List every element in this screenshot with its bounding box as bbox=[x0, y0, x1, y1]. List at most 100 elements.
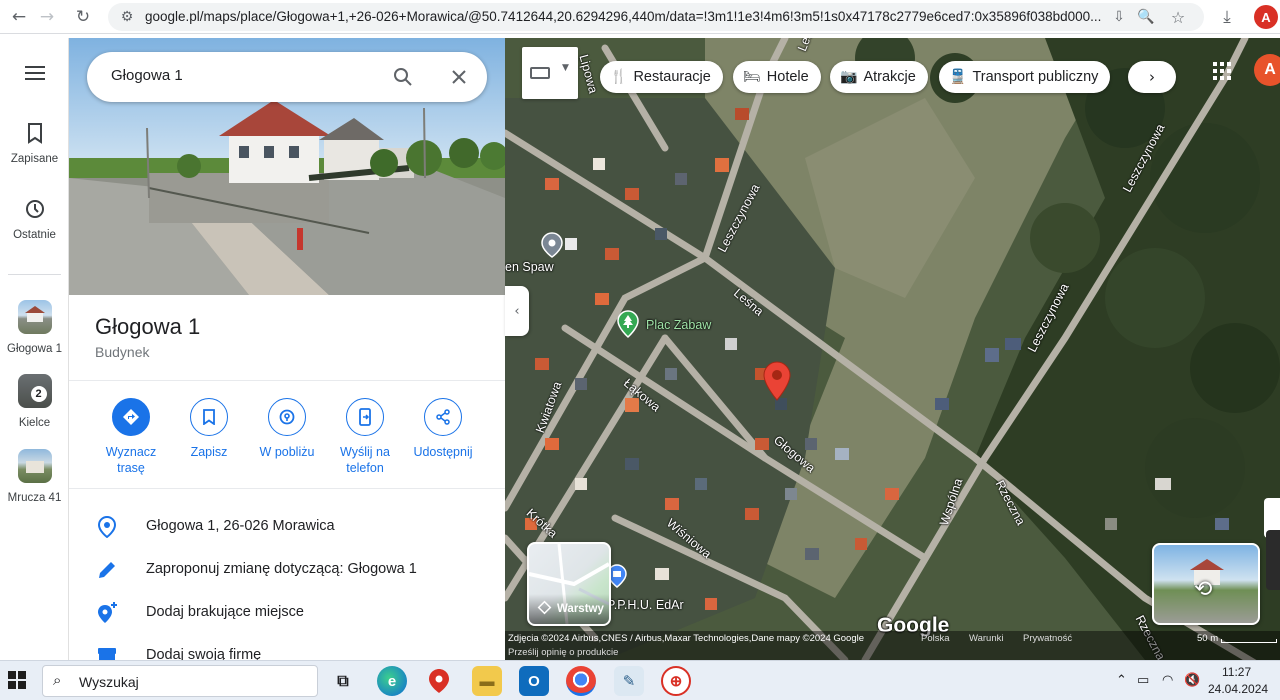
satellite-map[interactable]: ▼ 🍴 Restauracje 🛏 Hotele 📷 Atrakcje 🚆 Tr… bbox=[505, 38, 1280, 660]
tray-chevron-up-icon[interactable]: ⌃ bbox=[1116, 673, 1127, 688]
task-view-button[interactable]: ⧉ bbox=[328, 666, 358, 696]
windows-logo-icon bbox=[8, 671, 26, 689]
taskbar-app-anydesk[interactable]: ⊕ bbox=[661, 666, 691, 696]
profile-avatar[interactable]: A bbox=[1254, 5, 1278, 29]
bookmark-star-icon[interactable]: ☆ bbox=[1167, 6, 1189, 28]
feedback-link[interactable]: Prześlij opinię o produkcie bbox=[508, 647, 618, 658]
place-thumbnail bbox=[17, 300, 52, 334]
account-avatar[interactable]: A bbox=[1254, 54, 1280, 86]
download-icon[interactable]: ⤓ bbox=[1214, 4, 1240, 30]
share-button[interactable]: Udostępnij bbox=[403, 398, 483, 460]
add-location-icon bbox=[95, 601, 119, 625]
browser-toolbar: ← → ↻ ⚙ google.pl/maps/place/Głogowa+1,+… bbox=[0, 0, 1280, 34]
layers-button[interactable]: Warstwy bbox=[527, 542, 611, 626]
chip-hotels[interactable]: 🛏 Hotele bbox=[733, 61, 821, 93]
directions-button[interactable]: Wyznacz trasę bbox=[91, 398, 171, 476]
menu-button[interactable] bbox=[0, 64, 69, 87]
poi-playground[interactable]: Plac Zabaw bbox=[617, 310, 711, 343]
chip-restaurants[interactable]: 🍴 Restauracje bbox=[600, 61, 723, 93]
apps-grid-button[interactable] bbox=[1212, 61, 1236, 85]
saved-button[interactable]: Zapisane bbox=[0, 122, 69, 165]
search-input[interactable] bbox=[111, 67, 371, 84]
clock-date[interactable]: 24.04.2024 bbox=[1208, 682, 1268, 696]
url-text[interactable]: google.pl/maps/place/Głogowa+1,+26-026+M… bbox=[145, 9, 1105, 24]
back-icon[interactable]: ← bbox=[6, 4, 32, 30]
collapse-panel-button[interactable]: ‹ bbox=[505, 286, 529, 336]
place-thumbnail: 2 bbox=[17, 374, 52, 408]
search-icon: ⌕ bbox=[53, 671, 62, 689]
speaker-muted-icon[interactable]: 🔇 bbox=[1184, 673, 1200, 688]
chip-attractions[interactable]: 📷 Atrakcje bbox=[830, 61, 928, 93]
place-category[interactable]: Budynek bbox=[95, 344, 149, 360]
recent-button[interactable]: Ostatnie bbox=[0, 198, 69, 241]
footer-link-privacy[interactable]: Prywatność bbox=[1023, 633, 1072, 644]
zoom-controls[interactable] bbox=[1266, 530, 1280, 590]
install-app-icon[interactable]: ⇩ bbox=[1108, 6, 1130, 28]
taskbar-search[interactable]: ⌕ Wyszukaj bbox=[42, 665, 318, 697]
start-button[interactable] bbox=[8, 671, 28, 691]
action-label: W pobliżu bbox=[259, 445, 315, 459]
footer-link-terms[interactable]: Warunki bbox=[969, 633, 1004, 644]
scale-bar bbox=[1221, 639, 1277, 643]
chevron-right-icon: › bbox=[1149, 68, 1155, 86]
taskbar-app-edge[interactable]: e bbox=[377, 666, 407, 696]
hamburger-icon bbox=[24, 66, 45, 80]
chips-scroll-right[interactable]: › bbox=[1128, 61, 1176, 93]
task-view-icon: ⧉ bbox=[337, 671, 349, 690]
search-icon bbox=[394, 68, 412, 86]
taskbar-app-maps[interactable] bbox=[424, 666, 454, 696]
chip-transit[interactable]: 🚆 Transport publiczny bbox=[939, 61, 1111, 93]
history-item-glogowa[interactable]: Głogowa 1 bbox=[0, 300, 69, 355]
add-missing-place-row[interactable]: Dodaj brakujące miejsce bbox=[69, 593, 505, 633]
taskbar-app-chrome[interactable] bbox=[566, 666, 596, 696]
place-panel: Głogowa 1 Budynek Wyznacz trasę Zapisz W… bbox=[69, 38, 505, 660]
history-label: Głogowa 1 bbox=[7, 343, 62, 355]
suggest-edit-row[interactable]: Zaproponuj zmianę dotyczącą: Głogowa 1 bbox=[69, 550, 505, 590]
save-button[interactable]: Zapisz bbox=[169, 398, 249, 460]
clock-time[interactable]: 11:27 bbox=[1222, 665, 1251, 679]
history-item-mrucza[interactable]: Mrucza 41 bbox=[0, 449, 69, 504]
divider bbox=[69, 488, 505, 489]
rotate-360-icon: ⟲ bbox=[1194, 577, 1213, 602]
footer-link-poland[interactable]: Polska bbox=[921, 633, 950, 644]
history-item-kielce[interactable]: 2 Kielce bbox=[0, 374, 69, 429]
address-bar[interactable]: ⚙ google.pl/maps/place/Głogowa+1,+26-026… bbox=[108, 3, 1204, 31]
keyboard-shortcuts-button[interactable]: ▼ bbox=[522, 47, 578, 99]
count-badge: 2 bbox=[30, 386, 47, 402]
battery-icon[interactable]: ▭ bbox=[1137, 673, 1149, 688]
action-label: Wyznacz trasę bbox=[105, 445, 157, 475]
app-icon: ⊕ bbox=[669, 673, 683, 690]
scale-label[interactable]: 50 m bbox=[1197, 633, 1218, 644]
zoom-icon[interactable]: 🔍 bbox=[1135, 6, 1157, 28]
action-label: Zapisz bbox=[190, 445, 228, 459]
hotel-icon: 🛏 bbox=[743, 69, 761, 85]
site-info-icon[interactable]: ⚙ bbox=[116, 6, 138, 28]
clear-search-button[interactable] bbox=[446, 64, 472, 90]
park-pin-icon bbox=[617, 310, 639, 339]
storefront-icon bbox=[95, 644, 119, 660]
recent-label: Ostatnie bbox=[13, 229, 56, 241]
location-pin-icon bbox=[763, 361, 791, 401]
maps-side-rail: Zapisane Ostatnie Głogowa 1 2 Kielce Mru… bbox=[0, 38, 69, 660]
keyboard-icon bbox=[530, 67, 550, 79]
send-to-phone-button[interactable]: Wyślij na telefon bbox=[325, 398, 405, 476]
bookmark-icon bbox=[190, 398, 228, 436]
nearby-button[interactable]: W pobliżu bbox=[247, 398, 327, 460]
wifi-icon[interactable]: ◠ bbox=[1162, 673, 1173, 688]
taskbar-app-file-explorer[interactable]: ▬ bbox=[472, 666, 502, 696]
chip-label: Transport publiczny bbox=[972, 69, 1099, 85]
directions-icon bbox=[112, 398, 150, 436]
search-button[interactable] bbox=[390, 64, 416, 90]
add-business-row[interactable]: Dodaj swoją firmę bbox=[69, 636, 505, 660]
address-row[interactable]: Głogowa 1, 26-026 Morawica bbox=[69, 507, 505, 547]
forward-icon[interactable]: → bbox=[34, 4, 60, 30]
maps-pin-icon bbox=[429, 669, 449, 693]
place-title: Głogowa 1 bbox=[95, 314, 201, 339]
taskbar-app-outlook[interactable]: O bbox=[519, 666, 549, 696]
taskbar-app-paint[interactable]: ✎ bbox=[614, 666, 644, 696]
selected-place-marker[interactable] bbox=[763, 361, 791, 406]
street-view-thumbnail[interactable]: ⟲ bbox=[1152, 543, 1260, 625]
chevron-down-icon: ▼ bbox=[562, 63, 569, 73]
rail-divider bbox=[8, 274, 61, 275]
reload-icon[interactable]: ↻ bbox=[70, 4, 96, 30]
